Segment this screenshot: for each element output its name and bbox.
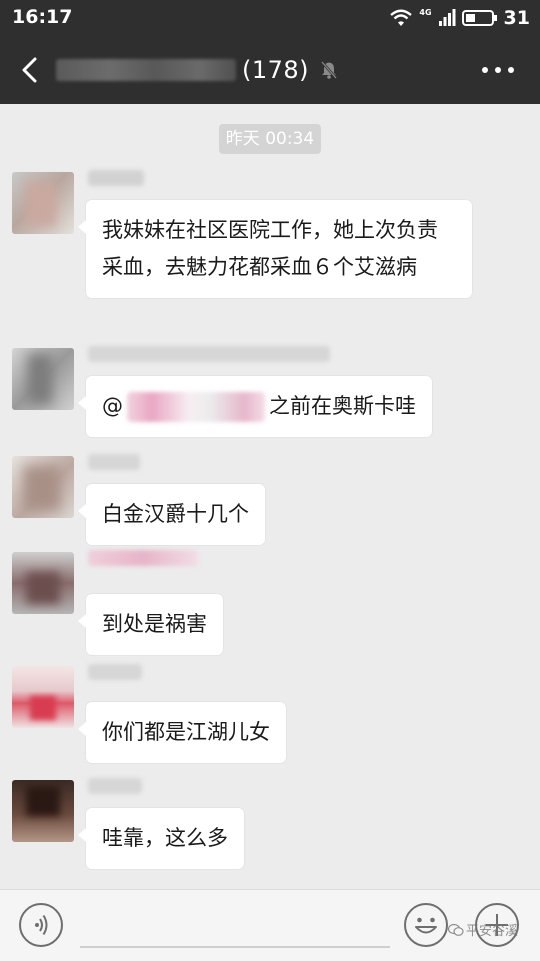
- mention-at: @: [102, 394, 123, 418]
- message-timestamp: 昨天 00:34: [219, 124, 321, 154]
- more-icon[interactable]: [480, 62, 516, 78]
- voice-input-icon[interactable]: [18, 902, 64, 948]
- sender-name-redacted: [88, 664, 142, 680]
- member-count: (178): [242, 56, 310, 84]
- avatar[interactable]: [12, 456, 74, 518]
- network-type: 4G: [419, 7, 432, 17]
- chat-title: (178): [56, 52, 339, 88]
- chat-header: (178): [0, 36, 540, 104]
- sender-name-redacted: [88, 778, 142, 794]
- message-bubble[interactable]: @ 之前在奥斯卡哇: [78, 376, 432, 437]
- avatar[interactable]: [12, 552, 74, 614]
- emoji-icon[interactable]: [403, 902, 449, 948]
- group-name-redacted: [56, 59, 236, 81]
- message-text: 之前在奥斯卡哇: [269, 394, 416, 418]
- message-bubble[interactable]: 你们都是江湖儿女: [78, 702, 286, 763]
- message-bubble[interactable]: 哇靠，这么多: [78, 808, 244, 869]
- avatar[interactable]: [12, 172, 74, 234]
- message-input[interactable]: [80, 946, 390, 948]
- watermark: 平安谷溪: [448, 920, 518, 939]
- message-bubble[interactable]: 我妹妹在社区医院工作，她上次负责采血，去魅力花都采血６个艾滋病: [78, 200, 472, 298]
- mentioned-user-redacted: [127, 391, 265, 422]
- wechat-logo-icon: [448, 923, 464, 936]
- signal-icon: [438, 9, 456, 26]
- sender-name-redacted: [88, 454, 140, 470]
- status-bar: 16:17 4G 31: [0, 0, 540, 36]
- sender-name-redacted: [88, 346, 330, 362]
- message-bubble[interactable]: 白金汉爵十几个: [78, 484, 265, 545]
- message-bubble[interactable]: 到处是祸害: [78, 594, 223, 655]
- battery-level: 31: [503, 7, 530, 29]
- message-list[interactable]: 昨天 00:34 我妹妹在社区医院工作，她上次负责采血，去魅力花都采血６个艾滋病…: [0, 104, 540, 889]
- status-indicators: 4G 31: [389, 6, 530, 30]
- back-icon[interactable]: [14, 54, 46, 86]
- mute-bell-icon: [321, 61, 337, 79]
- sender-name-redacted: [88, 170, 144, 186]
- avatar[interactable]: [12, 666, 74, 728]
- status-time: 16:17: [12, 6, 73, 28]
- avatar[interactable]: [12, 780, 74, 842]
- battery-icon: [461, 10, 497, 26]
- wifi-icon: [390, 9, 413, 26]
- avatar[interactable]: [12, 348, 74, 410]
- watermark-text: 平安谷溪: [466, 924, 519, 939]
- sender-name-redacted: [88, 550, 198, 566]
